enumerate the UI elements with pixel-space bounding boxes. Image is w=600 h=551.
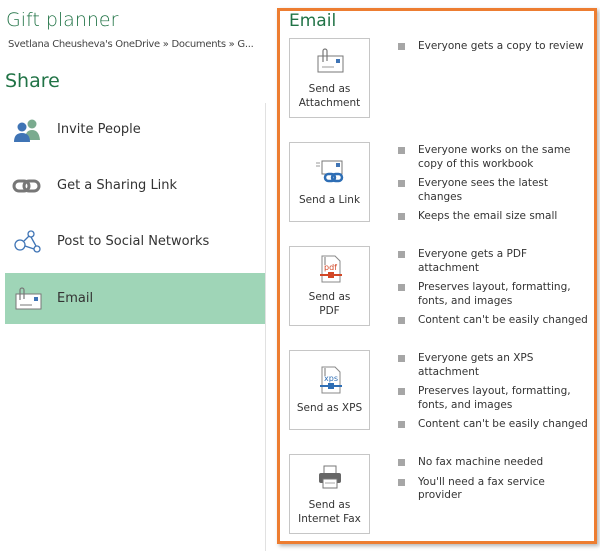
attachment-envelope-icon [315,46,345,76]
svg-text:xps: xps [324,374,338,383]
link-icon [12,174,42,198]
breadcrumb: Svetlana Cheusheva's OneDrive » Document… [8,39,254,50]
invite-people-icon [12,118,42,142]
button-label: Send as PDF [308,291,351,317]
nav-social-networks[interactable]: Post to Social Networks [5,216,265,267]
nav-label: Invite People [57,122,141,137]
bullet: No fax machine needed [398,456,588,470]
email-heading: Email [289,11,337,31]
bullet: Content can't be easily changed [398,314,588,328]
bullet: Everyone works on the same copy of this … [398,144,588,171]
nav-sharing-link[interactable]: Get a Sharing Link [5,160,265,211]
attachment-benefits: Everyone gets a copy to review [398,40,588,60]
button-label: Send as XPS [296,402,363,414]
xps-icon: xps [315,365,345,395]
button-label: Send a Link [298,194,361,206]
link-envelope-icon [315,157,345,187]
send-as-pdf-button[interactable]: pdf Send as PDF [289,246,370,326]
send-as-attachment-button[interactable]: Send as Attachment [289,38,370,118]
nav-label: Post to Social Networks [57,234,210,249]
nav-label: Email [57,291,94,306]
bullet: Keeps the email size small [398,210,588,224]
pdf-benefits: Everyone gets a PDF attachment Preserves… [398,248,588,334]
pdf-icon: pdf [315,254,345,284]
send-as-xps-button[interactable]: xps Send as XPS [289,350,370,430]
email-icon [12,286,42,311]
bullet: Preserves layout, formatting, fonts, and… [398,385,588,412]
bullet: Preserves layout, formatting, fonts, and… [398,281,588,308]
xps-benefits: Everyone gets an XPS attachment Preserve… [398,352,588,438]
nav-invite-people[interactable]: Invite People [5,104,265,155]
nav-label: Get a Sharing Link [57,178,178,193]
bullet: Everyone gets a copy to review [398,40,588,54]
link-benefits: Everyone works on the same copy of this … [398,144,588,230]
bullet: Everyone gets an XPS attachment [398,352,588,379]
social-network-icon [12,229,42,254]
nav-email[interactable]: Email [5,273,265,324]
bullet: Everyone gets a PDF attachment [398,248,588,275]
workbook-title: Gift planner [6,9,119,31]
bullet: You'll need a fax service provider [398,476,588,503]
fax-icon [315,462,345,492]
button-label: Send as Internet Fax [298,499,361,525]
send-a-link-button[interactable]: Send a Link [289,142,370,222]
bullet: Everyone sees the latest changes [398,177,588,204]
button-label: Send as Attachment [298,83,361,109]
divider [265,103,266,551]
fax-benefits: No fax machine needed You'll need a fax … [398,456,588,509]
bullet: Content can't be easily changed [398,418,588,432]
svg-text:pdf: pdf [324,263,337,272]
send-as-internet-fax-button[interactable]: Send as Internet Fax [289,454,370,534]
share-heading: Share [5,70,60,92]
